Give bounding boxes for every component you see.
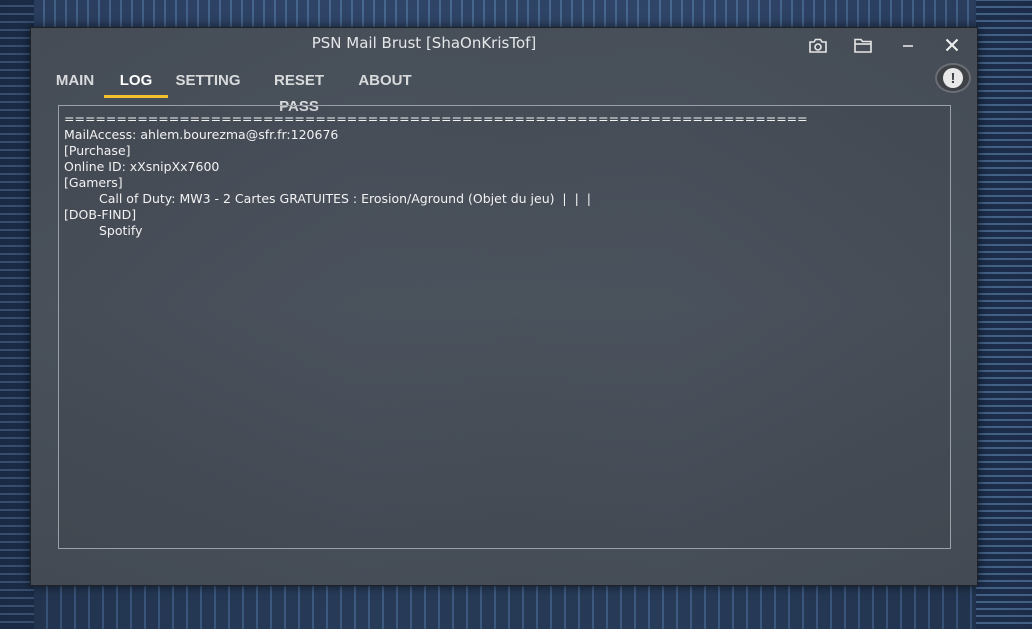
log-line: [DOB-FIND] xyxy=(64,207,137,222)
background-city-bottom xyxy=(34,585,976,629)
log-line: ========================================… xyxy=(64,111,808,126)
active-tab-indicator xyxy=(104,95,168,98)
close-button[interactable] xyxy=(932,31,972,59)
background-city-top xyxy=(34,0,976,28)
log-output[interactable]: ========================================… xyxy=(58,105,951,549)
tab-log-label: LOG xyxy=(119,72,153,89)
minimize-button[interactable] xyxy=(888,31,928,59)
folder-icon xyxy=(854,38,872,53)
close-icon xyxy=(945,38,959,52)
tab-about[interactable]: ABOUT xyxy=(358,68,412,98)
tab-main[interactable]: MAIN xyxy=(53,68,97,98)
log-line: Online ID: xXsnipXx7600 xyxy=(64,159,220,174)
info-button[interactable]: ! xyxy=(935,63,971,93)
tab-about-label: ABOUT xyxy=(358,72,412,89)
background-building-right xyxy=(976,0,1032,629)
tab-bar: MAIN LOG SETTING RESET PASS ABOUT xyxy=(31,68,531,115)
tab-setting[interactable]: SETTING xyxy=(175,68,241,98)
app-window: PSN Mail Brust [ShaOnKrisTof] MAIN LOG S… xyxy=(30,27,978,586)
camera-icon xyxy=(809,38,827,53)
log-line: Call of Duty: MW3 - 2 Cartes GRATUITES :… xyxy=(99,191,591,206)
window-title: PSN Mail Brust [ShaOnKrisTof] xyxy=(311,34,537,52)
open-folder-button[interactable] xyxy=(843,31,883,59)
tab-setting-label: SETTING xyxy=(175,72,241,89)
background-building-left xyxy=(0,0,34,629)
alert-icon: ! xyxy=(943,68,963,88)
tab-log[interactable]: LOG xyxy=(104,68,168,98)
log-line: MailAccess: ahlem.bourezma@sfr.fr:120676 xyxy=(64,127,339,142)
log-line: Spotify xyxy=(99,223,143,238)
minimize-icon xyxy=(903,45,913,47)
log-line: [Gamers] xyxy=(64,175,123,190)
title-bar[interactable]: PSN Mail Brust [ShaOnKrisTof] xyxy=(31,28,977,60)
screenshot-button[interactable] xyxy=(798,31,838,59)
tab-reset-pass[interactable]: RESET PASS xyxy=(253,68,345,115)
log-line: [Purchase] xyxy=(64,143,131,158)
tab-main-label: MAIN xyxy=(55,72,95,89)
